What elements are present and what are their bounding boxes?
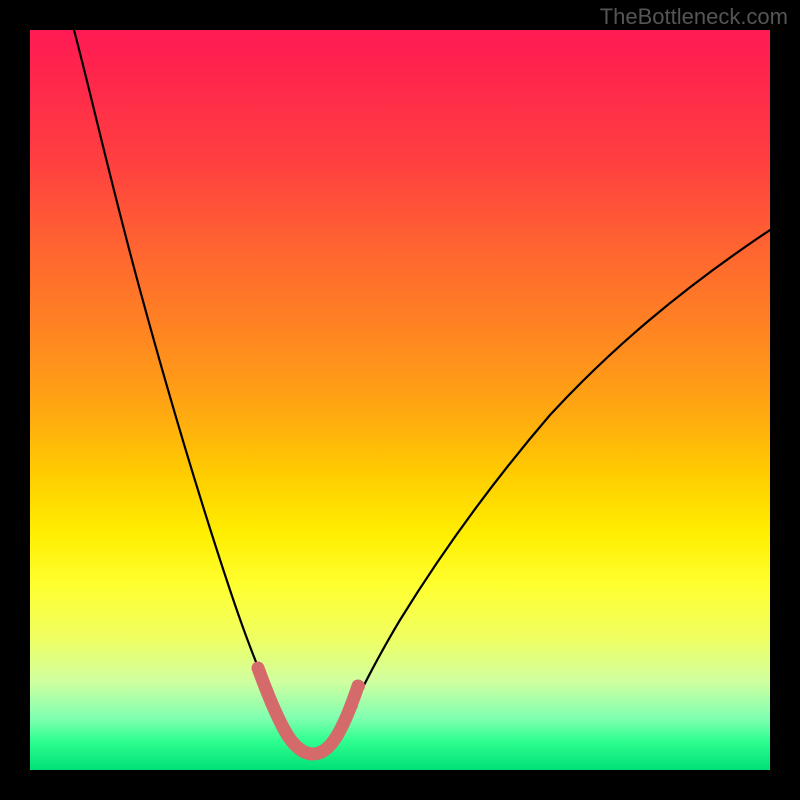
highlight-dot bbox=[337, 718, 349, 730]
plot-area bbox=[30, 30, 770, 770]
highlight-segment bbox=[258, 668, 358, 754]
curve-svg bbox=[30, 30, 770, 770]
main-curve bbox=[74, 30, 770, 754]
highlight-dot bbox=[346, 699, 358, 711]
watermark: TheBottleneck.com bbox=[600, 4, 788, 30]
highlight-dot bbox=[353, 680, 365, 692]
